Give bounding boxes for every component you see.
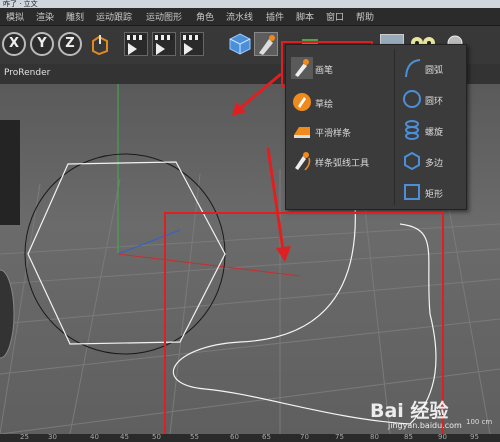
cube-icon[interactable]: [228, 32, 252, 56]
spline-tools-menu: 画笔 草绘 平滑样条 样条弧线工具 圆弧 圆环 螺旋 多边 矩形: [285, 44, 467, 210]
ruler-tick: 30: [48, 433, 57, 441]
spline-pen-tool-icon[interactable]: [254, 32, 278, 56]
ruler-tick: 40: [90, 433, 99, 441]
menu-pipeline[interactable]: 流水线: [226, 10, 253, 23]
menu-item-polygon[interactable]: 多边: [401, 150, 463, 176]
menu-item-sketch[interactable]: 草绘: [291, 91, 381, 117]
timeline-ruler[interactable]: 25 30 40 45 50 55 60 65 70 75 80 85 90 9…: [0, 433, 500, 442]
spline-arc-tool-icon: [291, 150, 313, 172]
baidu-watermark: Bai 经验 jingyan.baidu.com: [370, 396, 498, 434]
arc-label: 圆弧: [425, 66, 444, 76]
menu-bar: 模拟 渲染 雕刻 运动跟踪 运动图形 角色 流水线 插件 脚本 窗口 帮助: [0, 8, 500, 26]
menu-item-smooth-spline[interactable]: 平滑样条: [291, 120, 381, 146]
cinema4d-window: 咋了 · 立文 模拟 渲染 雕刻 运动跟踪 运动图形 角色 流水线 插件 脚本 …: [0, 0, 500, 442]
ruler-tick: 95: [470, 433, 479, 441]
watermark-text: Bai 经验: [370, 400, 449, 422]
polygon-icon: [401, 150, 423, 172]
title-fragment: 咋了 · 立文: [3, 0, 38, 8]
ruler-tick: 90: [438, 433, 447, 441]
viewport-renderer-label[interactable]: ProRender: [4, 68, 50, 78]
rectangle-label: 矩形: [425, 190, 444, 200]
y-axis-lock-button[interactable]: Y: [30, 32, 54, 56]
menu-plugins[interactable]: 插件: [266, 10, 284, 23]
menu-item-spline-arc-tool[interactable]: 样条弧线工具: [291, 150, 381, 176]
pen-tool-icon: [291, 57, 313, 79]
menu-render[interactable]: 渲染: [36, 10, 54, 23]
render-settings-icon[interactable]: [180, 32, 204, 56]
menu-sculpt[interactable]: 雕刻: [66, 10, 84, 23]
ruler-tick: 55: [190, 433, 199, 441]
helix-label: 螺旋: [425, 128, 444, 138]
ruler-tick: 60: [230, 433, 239, 441]
watermark-url: jingyan.baidu.com: [388, 421, 462, 430]
polygon-label: 多边: [425, 159, 444, 169]
circle-label: 圆环: [425, 97, 444, 107]
coordinate-system-icon[interactable]: [88, 32, 112, 56]
menu-item-pen[interactable]: 画笔: [291, 57, 381, 83]
ruler-tick: 75: [335, 433, 344, 441]
ruler-tick: 80: [370, 433, 379, 441]
ruler-tick: 45: [120, 433, 129, 441]
ruler-tick: 70: [300, 433, 309, 441]
ruler-tick: 85: [404, 433, 413, 441]
dark-cube-object: [0, 120, 20, 225]
z-axis-lock-button[interactable]: Z: [58, 32, 82, 56]
menu-window[interactable]: 窗口: [326, 10, 344, 23]
smooth-spline-iron-icon: [291, 120, 313, 142]
helix-icon: [401, 119, 423, 141]
smooth-spline-label: 平滑样条: [315, 129, 352, 139]
menu-character[interactable]: 角色: [196, 10, 214, 23]
title-bar: 咋了 · 立文: [0, 0, 500, 8]
sketch-pen-icon: [291, 91, 313, 113]
ruler-tick: 65: [262, 433, 271, 441]
menu-item-helix[interactable]: 螺旋: [401, 119, 463, 145]
menu-help[interactable]: 帮助: [356, 10, 374, 23]
menu-script[interactable]: 脚本: [296, 10, 314, 23]
ruler-tick: 50: [152, 433, 161, 441]
render-view-icon[interactable]: [124, 32, 148, 56]
menu-item-arc[interactable]: 圆弧: [401, 57, 463, 83]
ruler-tick: 25: [20, 433, 29, 441]
circle-icon: [401, 88, 423, 110]
menu-simulate[interactable]: 模拟: [6, 10, 24, 23]
spline-arc-tool-label: 样条弧线工具: [315, 159, 370, 169]
sketch-label: 草绘: [315, 100, 334, 110]
menu-item-circle[interactable]: 圆环: [401, 88, 463, 114]
pen-label: 画笔: [315, 66, 334, 76]
render-picture-viewer-icon[interactable]: [152, 32, 176, 56]
menu-mograph[interactable]: 运动图形: [146, 10, 182, 23]
arc-icon: [401, 57, 423, 79]
rectangle-icon: [401, 181, 423, 203]
menu-item-rectangle[interactable]: 矩形: [401, 181, 463, 207]
menu-divider: [394, 49, 395, 205]
x-axis-lock-button[interactable]: X: [2, 32, 26, 56]
menu-motion-tracking[interactable]: 运动跟踪: [96, 10, 132, 23]
